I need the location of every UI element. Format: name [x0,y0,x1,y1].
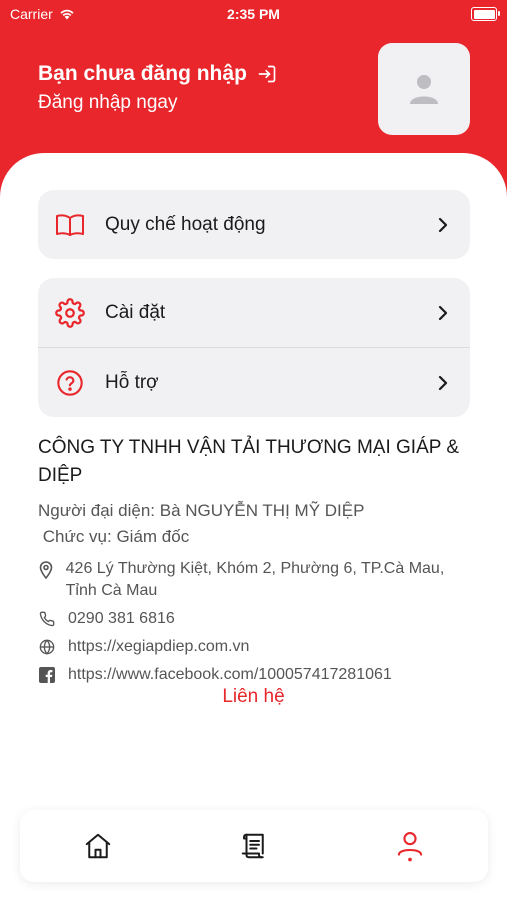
receipt-icon [241,833,264,859]
tab-account[interactable] [380,816,440,876]
avatar[interactable] [378,43,470,135]
company-address: 426 Lý Thường Kiệt, Khóm 2, Phường 6, TP… [65,560,445,599]
website-row[interactable]: https://xegiapdiep.com.vn [38,636,478,658]
login-icon[interactable] [257,64,277,84]
menu-label-settings: Cài đặt [105,301,166,323]
rules-card: Quy chế hoạt động [38,190,470,259]
book-icon [56,213,84,236]
gear-icon [55,297,85,328]
company-representative: Người đại diện: Bà NGUYỄN THỊ MỸ DIỆP [38,501,365,520]
menu-label-support: Hỗ trợ [105,371,159,393]
company-position: Chức vụ: Giám đốc [38,527,190,546]
company-name: CÔNG TY TNHH VẬN TẢI THƯƠNG MẠI GIÁP & D… [38,437,460,486]
menu-item-rules[interactable]: Quy chế hoạt động [38,190,470,259]
menu-item-settings[interactable]: Cài đặt [38,278,470,347]
tab-orders[interactable] [224,816,284,876]
settings-card: Cài đặt Hỗ trợ [38,278,470,417]
person-icon [397,832,423,862]
globe-icon [39,639,55,655]
facebook-icon [39,667,55,683]
login-title[interactable]: Bạn chưa đăng nhập [38,62,247,86]
company-facebook[interactable]: https://www.facebook.com/100057417281061 [68,664,392,686]
status-time: 2:35 PM [227,6,280,22]
home-icon [85,833,111,859]
menu-item-support[interactable]: Hỗ trợ [38,348,470,417]
chevron-right-icon [438,217,448,232]
help-circle-icon [57,369,83,396]
login-prompt[interactable]: Bạn chưa đăng nhập Đăng nhập ngay [38,62,277,114]
facebook-row[interactable]: https://www.facebook.com/100057417281061 [38,664,478,686]
login-now-link[interactable]: Đăng nhập ngay [38,92,277,114]
tab-home[interactable] [68,816,128,876]
battery-icon [471,7,500,21]
company-info: CÔNG TY TNHH VẬN TẢI THƯƠNG MẠI GIÁP & D… [38,434,478,686]
phone-icon [39,611,55,627]
chevron-right-icon [438,305,448,320]
user-placeholder-icon [410,75,438,104]
menu-label-rules: Quy chế hoạt động [105,213,266,235]
location-pin-icon [39,561,53,579]
phone-row[interactable]: 0290 381 6816 [38,608,478,630]
contact-link[interactable]: Liên hệ [0,686,507,708]
company-website[interactable]: https://xegiapdiep.com.vn [68,636,249,658]
address-row: 426 Lý Thường Kiệt, Khóm 2, Phường 6, TP… [38,558,478,602]
bottom-tab-bar [20,810,488,882]
status-bar: Carrier 2:35 PM [0,0,507,28]
company-phone[interactable]: 0290 381 6816 [68,608,175,630]
chevron-right-icon [438,375,448,390]
